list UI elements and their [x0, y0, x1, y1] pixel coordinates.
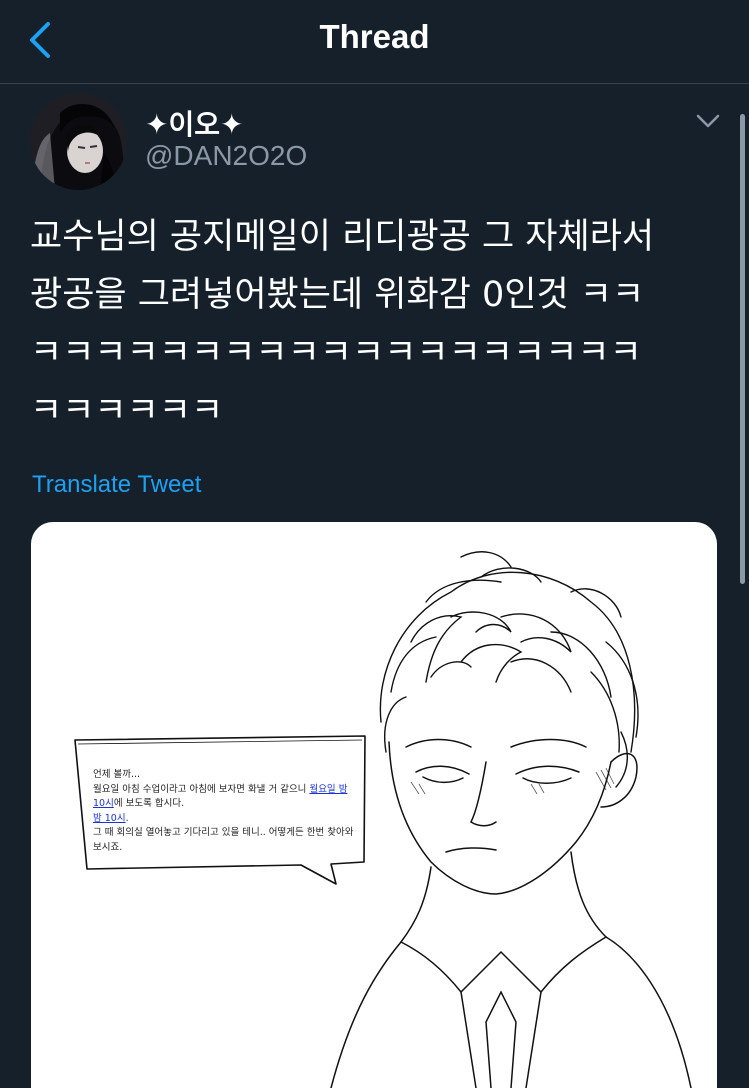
avatar[interactable]	[30, 93, 127, 190]
speech-line-text: .	[125, 812, 129, 824]
page-title: Thread	[319, 18, 430, 55]
tweet-media-image[interactable]: 언제 볼까... 월요일 아침 수업이라고 아침에 보자면 화낼 거 같으니 월…	[31, 522, 717, 1088]
tweet-text: 교수님의 공지메일이 리디광공 그 자체라서 광공을 그려넣어봤는데 위화감 0…	[30, 217, 655, 431]
display-name[interactable]: ✦이오✦	[145, 103, 243, 143]
translate-tweet-link[interactable]: Translate Tweet	[32, 471, 201, 499]
top-navigation-bar: Thread	[0, 0, 749, 84]
speech-link[interactable]: 밤 10시	[93, 813, 126, 824]
tweet-menu-button[interactable]	[692, 106, 724, 136]
user-handle[interactable]: @DAN2O2O	[145, 140, 307, 172]
chevron-down-icon	[696, 114, 720, 128]
speech-bubble-text: 언제 볼까... 월요일 아침 수업이라고 아침에 보자면 화낼 거 같으니 월…	[93, 768, 355, 855]
speech-line-text: 월요일 아침 수업이라고 아침에 보자면 화낼 거 같으니	[93, 783, 310, 795]
speech-line: 월요일 아침 수업이라고 아침에 보자면 화낼 거 같으니 월요일 밤 10시에…	[93, 783, 355, 812]
speech-line-text: 에 보도록 합시다.	[113, 798, 185, 809]
speech-line: 그 때 회의실 열어놓고 기다리고 있을 테니.. 어떻게든 한번 찾아와 보시…	[93, 827, 354, 853]
speech-line: 언제 볼까...	[93, 769, 141, 780]
scrollbar[interactable]	[740, 114, 745, 584]
speech-line: 밤 10시.	[93, 812, 355, 827]
